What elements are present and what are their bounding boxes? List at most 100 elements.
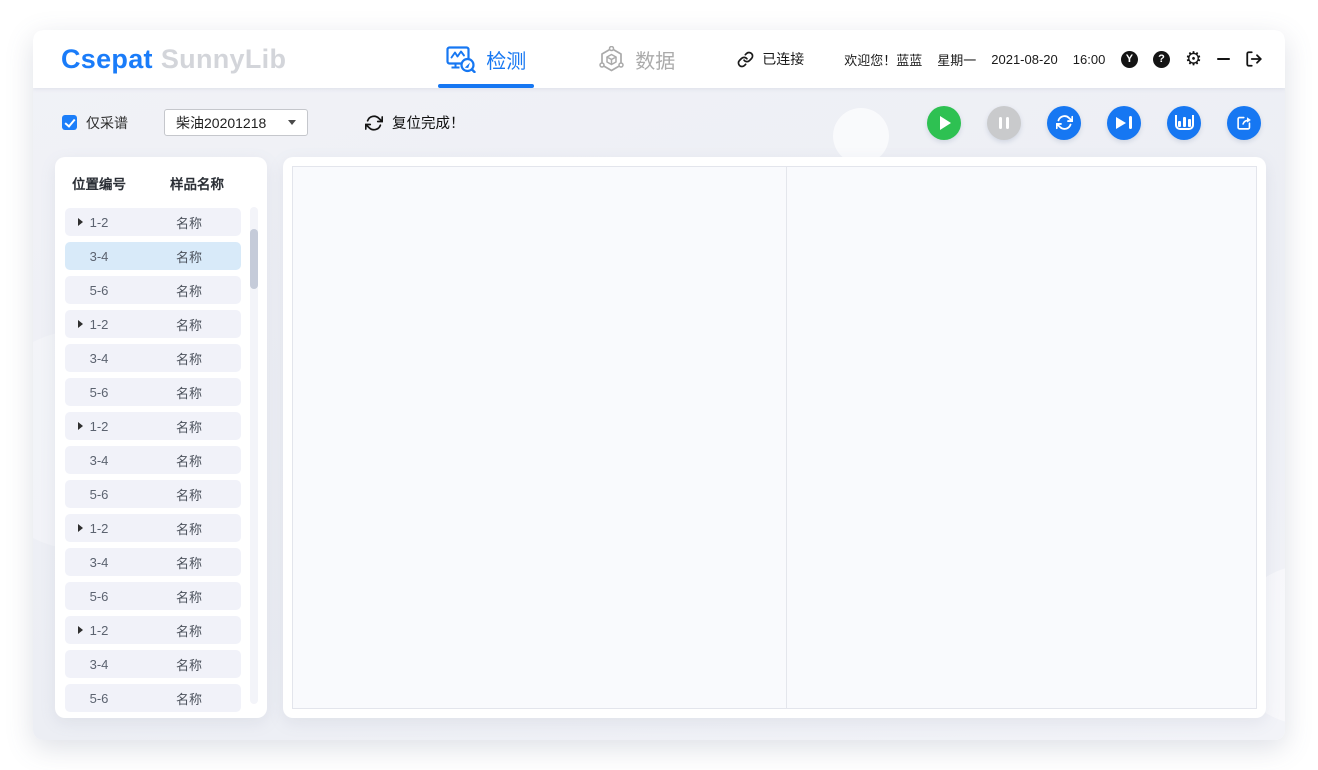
help-icon[interactable]: ? [1153,51,1170,68]
skip-button[interactable] [1107,106,1141,140]
list-item[interactable]: 5-6名称 [65,378,241,406]
list-item[interactable]: 1-2名称 [65,616,241,644]
export-icon [1236,114,1253,131]
tab-detection-label: 检测 [486,45,526,74]
sample-name-column-header: 样品名称 [163,173,231,193]
list-item[interactable]: 5-6 名称 [65,582,241,610]
sample-name-cell: 名称 [155,451,223,470]
method-select[interactable]: 柴油20201218 [164,109,308,136]
position-cell: 3-4 [65,351,133,366]
sample-name-cell: 名称 [155,655,223,674]
list-item[interactable]: 1-2 名称 [65,412,241,440]
list-item[interactable]: 3-4名称 [65,242,241,270]
position-cell: 5-6 [65,487,133,502]
start-button[interactable] [927,106,961,140]
list-item[interactable]: 1-2名称 [65,514,241,542]
pause-icon [999,117,1010,129]
wrench-icon[interactable]: Y [1121,51,1138,68]
connection-status: 已连接 [737,49,804,69]
expand-caret-icon[interactable] [78,218,83,226]
list-item[interactable]: 5-6 名称 [65,276,241,304]
list-item[interactable]: 3-4 名称 [65,446,241,474]
position-cell: 5-6 [65,589,133,604]
sample-name-cell: 名称 [155,553,223,572]
header-icon-group: Y ? ⚙ [1121,50,1263,69]
position-text: 3-4 [90,351,109,366]
action-button-group [927,106,1261,140]
position-text: 5-6 [90,385,109,400]
list-item[interactable]: 1-2名称 [65,208,241,236]
settings-gear-icon[interactable]: ⚙ [1185,50,1202,69]
position-cell: 1-2 [65,419,133,434]
reset-status-text: 复位完成！ [392,112,465,133]
logo-primary-text: Csepat [61,44,153,74]
bar-chart-icon [1175,115,1194,130]
position-cell: 5-6 [65,283,133,298]
content-area: 位置编号 样品名称 1-2名称3-4名称5-6名称1-2名称3-4名称5-6名称… [33,157,1285,718]
sample-name-cell: 名称 [155,485,223,504]
position-text: 5-6 [90,691,109,706]
position-cell: 3-4 [65,453,133,468]
method-select-value: 柴油20201218 [176,113,266,133]
tab-detection[interactable]: 检测 [436,30,536,88]
reset-button[interactable] [1047,106,1081,140]
sample-list-rows: 1-2 名称 3-4 名称 5-6 名称 1-2 名称 3-4 名称 5-6 名称 1-2 名称 3-4 名称… [65,208,241,712]
sample-name-cell: 名称 [155,587,223,606]
position-text: 3-4 [90,657,109,672]
position-cell: 3-4 [65,657,133,672]
position-cell: 5-6 [65,691,133,706]
weekday-text: 星期一 [937,50,976,69]
position-cell: 3-4 [65,249,133,264]
spectrum-display-panel [283,157,1266,718]
expand-caret-icon[interactable] [78,524,83,532]
minimize-icon[interactable] [1217,58,1230,61]
statistics-button[interactable] [1167,106,1201,140]
expand-caret-icon[interactable] [78,320,83,328]
right-plot-panel [787,167,1256,708]
sync-icon [1056,114,1073,131]
list-item[interactable]: 3-4 名称 [65,344,241,372]
sample-name-cell: 名称 [155,315,223,334]
tab-data-label: 数据 [635,45,675,74]
position-text: 3-4 [90,453,109,468]
app-header: Csepat SunnyLib 检测 [33,30,1285,88]
scrollbar-thumb[interactable] [250,229,258,289]
sample-name-cell: 名称 [155,417,223,436]
toolbar: 仅采谱 柴油20201218 复位完成！ [33,88,1285,157]
position-text: 5-6 [90,487,109,502]
sample-name-cell: 名称 [155,349,223,368]
spectrum-only-checkbox[interactable] [62,115,77,130]
connection-status-label: 已连接 [762,49,804,69]
position-text: 1-2 [90,419,109,434]
list-item[interactable]: 5-6 名称 [65,684,241,712]
position-column-header: 位置编号 [65,173,133,193]
list-item[interactable]: 3-4 名称 [65,548,241,576]
skip-end-icon [1116,116,1132,129]
reset-arrows-icon [365,114,383,132]
export-button[interactable] [1227,106,1261,140]
position-cell: 3-4 [65,555,133,570]
link-icon [737,51,754,68]
pause-button[interactable] [987,106,1021,140]
list-item[interactable]: 1-2 名称 [65,310,241,338]
logout-icon[interactable] [1245,50,1263,68]
sample-name-cell: 名称 [155,689,223,708]
position-text: 1-2 [90,215,109,230]
list-item[interactable]: 3-4 名称 [65,650,241,678]
position-cell: 1-2 [65,521,133,536]
list-item[interactable]: 5-6 名称 [65,480,241,508]
date-text: 2021-08-20 [991,52,1058,67]
sample-list-header: 位置编号 样品名称 [65,173,267,193]
tab-data[interactable]: 数据 [588,30,685,88]
reset-status: 复位完成！ [365,112,465,133]
expand-caret-icon[interactable] [78,626,83,634]
position-cell: 1-2 [65,215,133,230]
position-text: 1-2 [90,317,109,332]
main-nav-tabs: 检测 数据 [436,30,685,88]
play-icon [940,116,951,130]
left-plot-panel [293,167,787,708]
scrollbar-track[interactable] [250,207,258,704]
logo-secondary-text: SunnyLib [161,44,286,74]
sample-name-cell: 名称 [155,281,223,300]
expand-caret-icon[interactable] [78,422,83,430]
